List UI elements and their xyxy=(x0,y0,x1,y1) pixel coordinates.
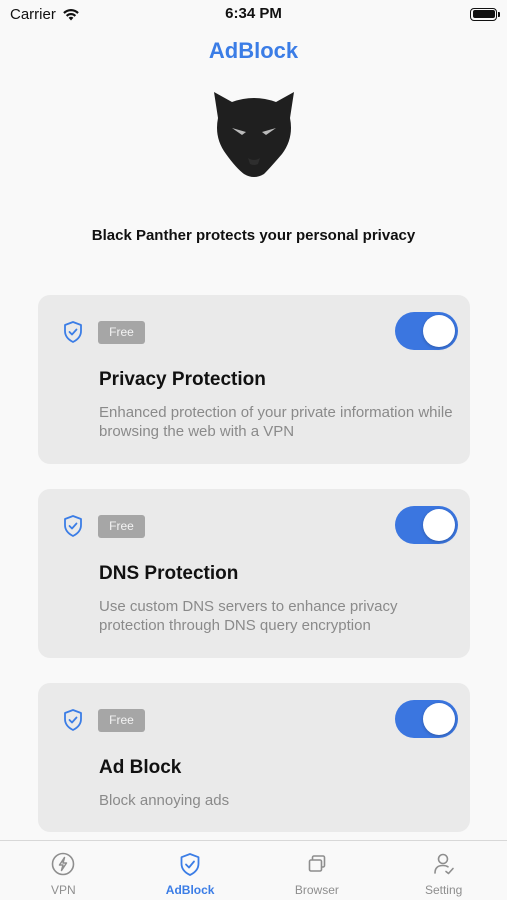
tab-label: Setting xyxy=(424,883,463,897)
ad-block-card: Free Ad Block Block annoying ads xyxy=(38,683,470,832)
card-description: Block annoying ads xyxy=(99,792,230,809)
free-badge: Free xyxy=(98,321,145,344)
free-badge: Free xyxy=(98,515,145,538)
lightning-bolt-icon xyxy=(52,852,75,876)
dns-protection-toggle[interactable] xyxy=(395,506,458,544)
tab-label: AdBlock xyxy=(165,883,215,897)
tagline: Black Panther protects your personal pri… xyxy=(91,227,416,244)
card-title: DNS Protection xyxy=(99,563,239,584)
card-title: Ad Block xyxy=(99,757,182,778)
card-description: Enhanced protection of your private info… xyxy=(99,404,453,440)
privacy-protection-card: Free Privacy Protection Enhanced protect… xyxy=(38,295,470,464)
shield-check-icon xyxy=(64,515,82,537)
panther-logo xyxy=(214,92,294,177)
tab-setting[interactable]: Setting xyxy=(380,841,507,900)
free-badge: Free xyxy=(98,709,145,732)
tab-label: Browser xyxy=(294,883,339,897)
battery-icon xyxy=(470,7,500,21)
page-title: AdBlock xyxy=(208,38,299,63)
tab-vpn[interactable]: VPN xyxy=(0,841,127,900)
browser-windows-icon xyxy=(308,855,326,872)
tab-bar: VPN AdBlock Browser Setting xyxy=(0,840,507,900)
shield-check-icon xyxy=(180,853,200,876)
card-description: Use custom DNS servers to enhance privac… xyxy=(99,598,398,634)
status-bar: Carrier 6:34 PM xyxy=(0,0,507,28)
privacy-protection-toggle[interactable] xyxy=(395,312,458,350)
toggle-knob xyxy=(423,703,455,735)
toggle-knob xyxy=(423,315,455,347)
toggle-knob xyxy=(423,509,455,541)
user-settings-icon xyxy=(433,853,454,875)
shield-check-icon xyxy=(64,709,82,731)
tab-browser[interactable]: Browser xyxy=(254,841,381,900)
tab-adblock[interactable]: AdBlock xyxy=(127,841,254,900)
shield-check-icon xyxy=(64,321,82,343)
dns-protection-card: Free DNS Protection Use custom DNS serve… xyxy=(38,489,470,658)
ad-block-toggle[interactable] xyxy=(395,700,458,738)
status-time: 6:34 PM xyxy=(225,5,282,22)
tab-label: VPN xyxy=(51,883,76,897)
card-title: Privacy Protection xyxy=(99,369,266,390)
